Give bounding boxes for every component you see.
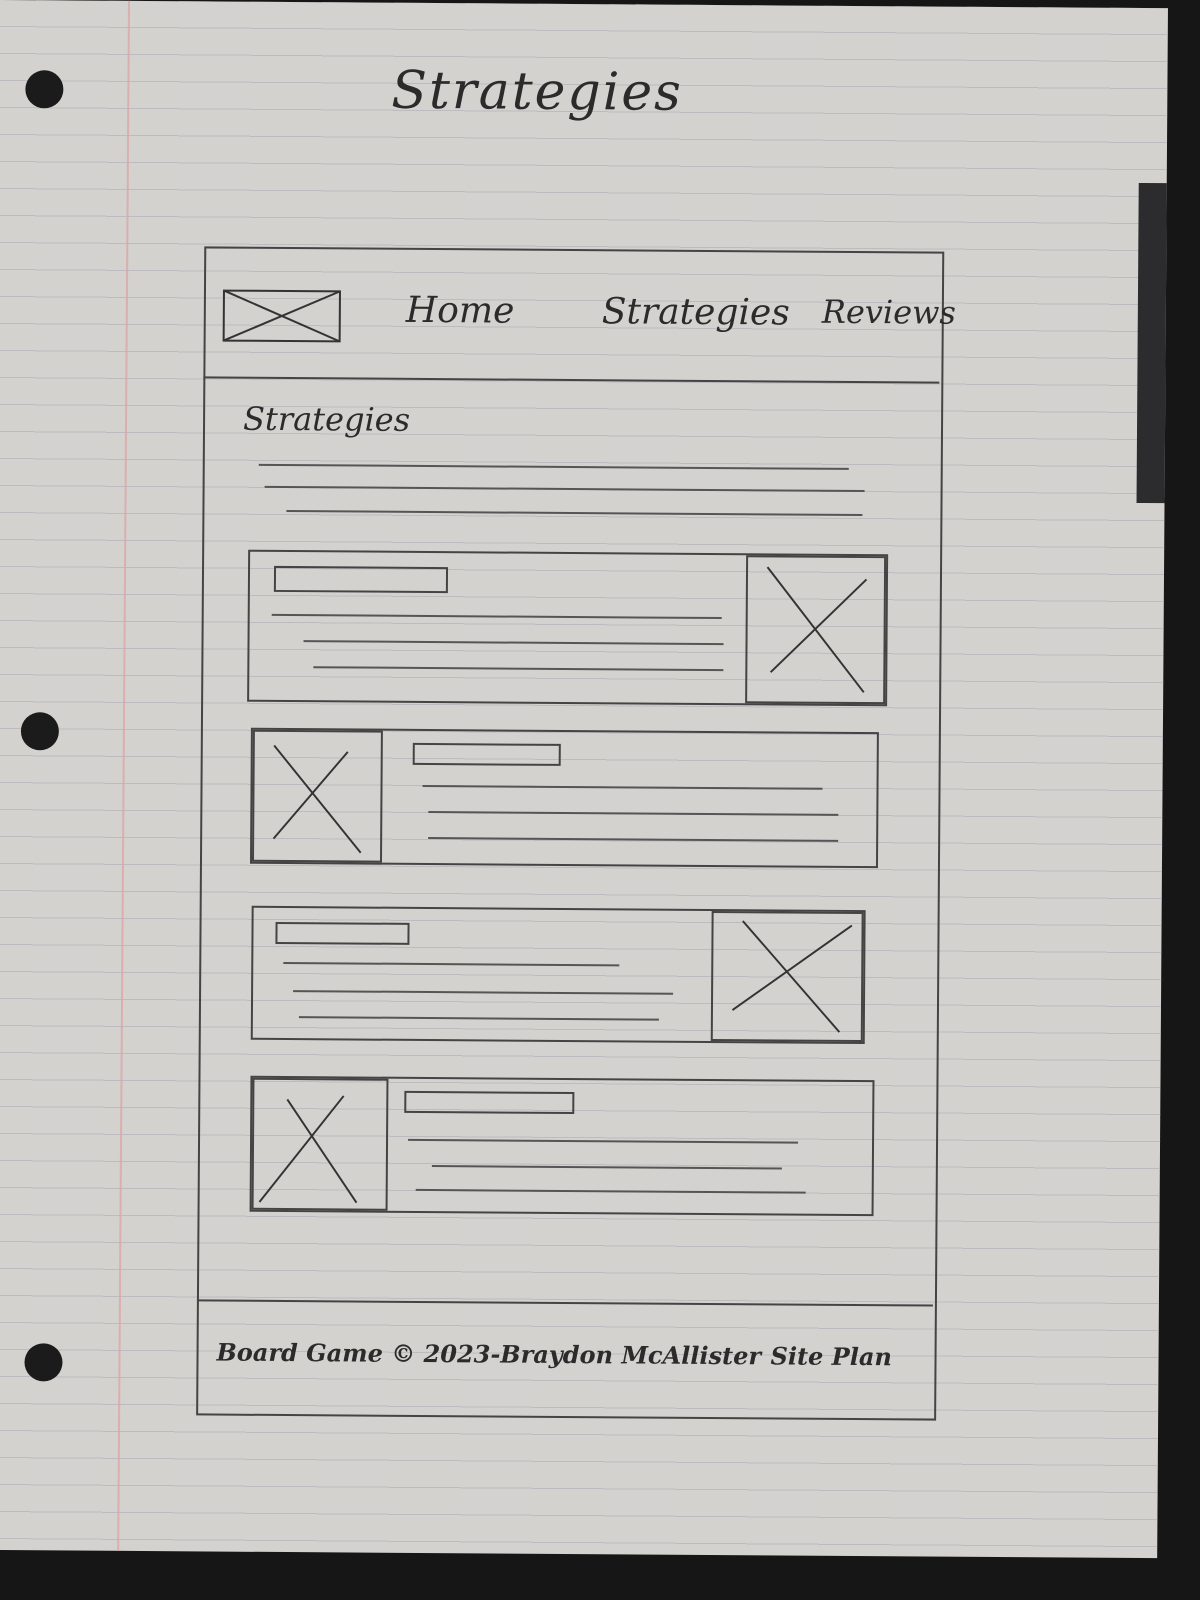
card-text-line (408, 1138, 799, 1144)
card-image-placeholder-icon (251, 729, 383, 863)
card-text-line (298, 1016, 659, 1021)
card-text-line (428, 811, 839, 816)
punch-hole (24, 1343, 63, 1382)
card-text-line (271, 613, 722, 620)
card-text-line (422, 784, 823, 790)
margin-line (117, 0, 130, 1551)
strategy-card[interactable] (249, 1075, 875, 1217)
card-text-line (313, 666, 724, 672)
card-title-placeholder (275, 921, 410, 945)
page-edge-shadow (1136, 182, 1167, 504)
strategy-card[interactable] (249, 727, 879, 869)
notebook-paper: Strategies Home Strategies Reviews Strat… (0, 0, 1168, 1559)
card-text-line (293, 990, 674, 995)
card-title-placeholder (412, 742, 561, 766)
nav-link-reviews[interactable]: Reviews (822, 293, 956, 332)
nav-link-home[interactable]: Home (406, 290, 515, 332)
card-text-line (303, 640, 724, 646)
punch-hole (25, 70, 64, 109)
card-text-line (431, 1165, 782, 1170)
strategy-card[interactable] (247, 549, 889, 707)
card-image-placeholder-icon (251, 1077, 389, 1211)
page-heading: Strategies (391, 60, 684, 123)
card-text-line (415, 1188, 806, 1194)
card-text-line (428, 837, 839, 842)
footer-copyright: Board Game © 2023-Braydon McAllister (216, 1337, 762, 1371)
nav-link-strategies[interactable]: Strategies (602, 291, 790, 333)
logo-placeholder-icon[interactable] (222, 287, 350, 346)
card-title-placeholder (273, 565, 449, 594)
section-title: Strategies (242, 399, 411, 439)
card-image-placeholder-icon (745, 555, 887, 705)
strategy-card[interactable] (250, 905, 866, 1045)
footer-site-plan-link[interactable]: Site Plan (770, 1341, 892, 1371)
nav-bar: Home Strategies Reviews (203, 246, 956, 384)
punch-hole (20, 712, 60, 751)
card-title-placeholder (404, 1090, 575, 1115)
card-image-placeholder-icon (710, 910, 864, 1043)
card-text-line (283, 962, 620, 967)
